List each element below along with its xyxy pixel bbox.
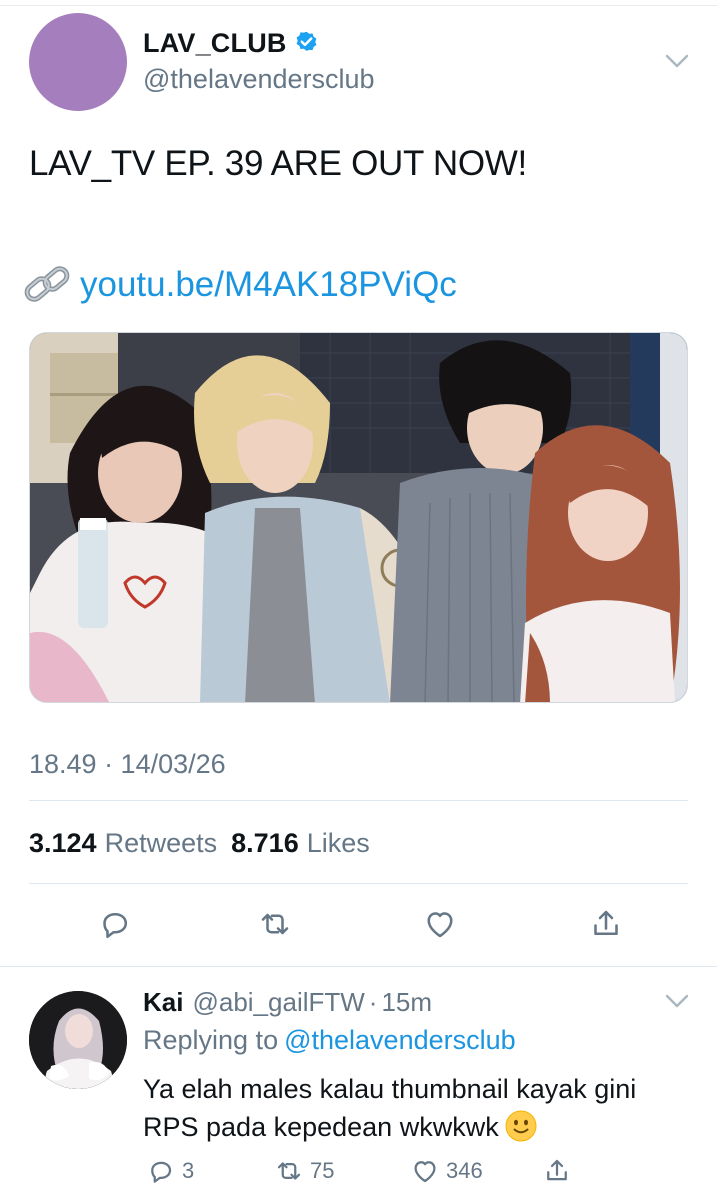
reply-retweet-button[interactable]: 75 (274, 1156, 334, 1186)
retweet-button[interactable] (253, 902, 297, 946)
author-avatar[interactable] (29, 13, 127, 111)
chevron-down-icon[interactable] (664, 992, 690, 1010)
reply-separator: · (368, 987, 378, 1017)
like-icon (427, 912, 453, 938)
divider (29, 800, 688, 801)
retweet-count[interactable]: 3.124 (29, 828, 97, 859)
like-label[interactable]: Likes (307, 828, 370, 859)
tweet-text: LAV_TV EP. 39 ARE OUT NOW! (29, 144, 527, 183)
retweet-icon (277, 1162, 301, 1180)
tweet-separator (0, 966, 717, 967)
reply-display-name[interactable]: Kai (143, 987, 183, 1018)
reply-header: Kai @abi_gailFTW · 15m (143, 987, 432, 1018)
reply-icon (103, 912, 128, 939)
share-button[interactable] (584, 902, 628, 946)
tweet-media-thumbnail[interactable] (29, 332, 688, 703)
link-icon (24, 266, 70, 302)
share-icon (594, 910, 618, 936)
thumbnail-photo (30, 333, 687, 702)
divider (29, 883, 688, 884)
like-button[interactable] (418, 902, 462, 946)
replying-to: Replying to @thelavendersclub (143, 1025, 516, 1056)
like-icon (414, 1161, 436, 1183)
replying-prefix: Replying to (143, 1025, 279, 1055)
reply-author-avatar[interactable] (29, 991, 127, 1089)
reply-button[interactable] (93, 902, 137, 946)
reply-text: Ya elah males kalau thumbnail kayak gini… (143, 1070, 688, 1146)
tweet-link[interactable]: youtu.be/M4AK18PViQc (80, 265, 457, 305)
reply-avatar-photo (29, 991, 127, 1089)
reply-text-line: RPS pada kepedean wkwkwk (143, 1112, 499, 1142)
like-count[interactable]: 8.716 (231, 828, 299, 859)
reply-icon (151, 1161, 172, 1183)
share-icon (547, 1159, 567, 1181)
tweet-link-row[interactable]: youtu.be/M4AK18PViQc (22, 262, 457, 308)
verified-badge-icon (296, 31, 317, 51)
author-display-name: LAV_CLUB (143, 28, 287, 58)
chevron-down-icon[interactable] (664, 52, 690, 70)
reply-reply-button[interactable]: 3 (146, 1156, 194, 1186)
engagement-counts: 3.124 Retweets 8.716 Likes (29, 828, 384, 859)
author-handle[interactable]: @thelavendersclub (143, 64, 375, 95)
reply-like-count: 346 (446, 1158, 483, 1183)
replying-mention[interactable]: @thelavendersclub (284, 1025, 516, 1055)
tweet-timestamp[interactable]: 18.49 · 14/03/26 (29, 749, 226, 780)
top-divider (0, 0, 717, 6)
retweet-label[interactable]: Retweets (105, 828, 218, 859)
reply-text-line-2: RPS pada kepedean wkwkwk (143, 1108, 688, 1146)
smile-emoji-icon (505, 1110, 537, 1142)
retweet-icon (261, 913, 289, 935)
reply-reply-count: 3 (182, 1158, 195, 1183)
reply-time[interactable]: 15m (381, 987, 432, 1018)
reply-like-button[interactable]: 346 (410, 1156, 483, 1186)
reply-text-line: Ya elah males kalau thumbnail kayak gini (143, 1074, 637, 1104)
reply-share-button[interactable] (542, 1156, 578, 1186)
author-name-row[interactable]: LAV_CLUB (143, 28, 320, 59)
reply-handle[interactable]: @abi_gailFTW (192, 987, 364, 1018)
reply-retweet-count: 75 (310, 1158, 335, 1183)
